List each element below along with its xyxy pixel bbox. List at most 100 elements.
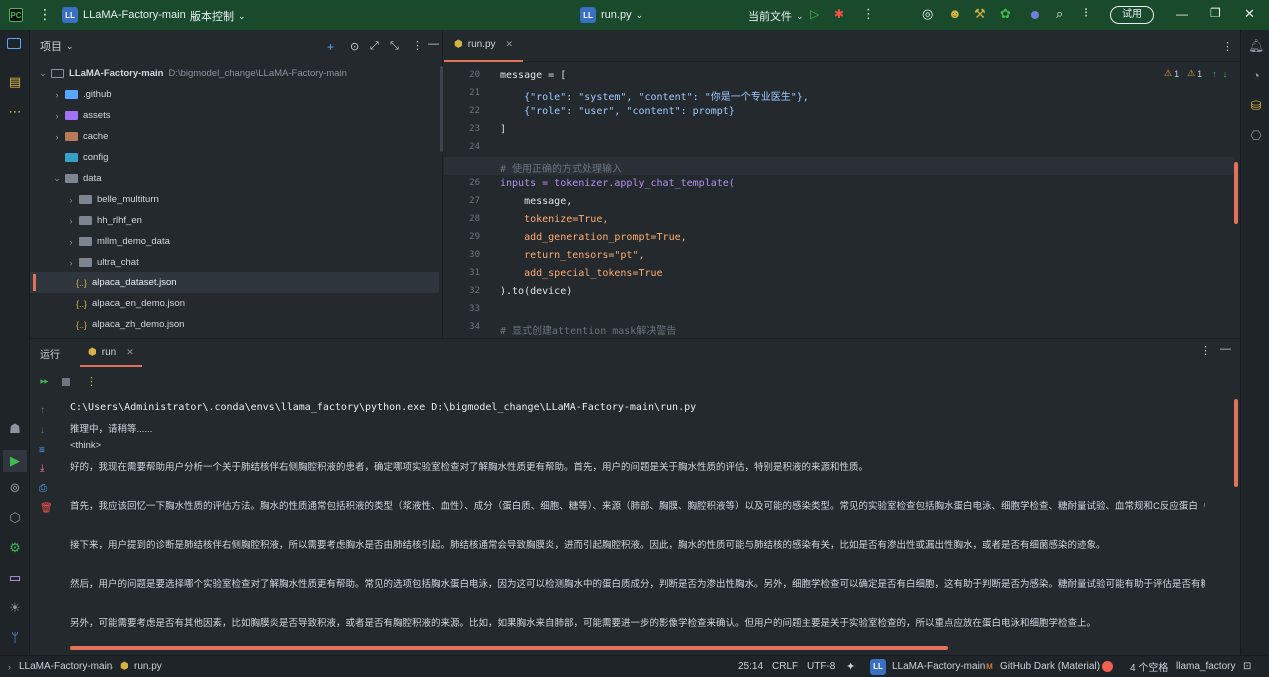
tree-item-alpaca-zh-demo-json[interactable]: {..} alpaca_zh_demo.json — [30, 314, 439, 335]
tree-item-alpaca-en-demo-json[interactable]: {..} alpaca_en_demo.json — [30, 293, 439, 314]
project-selector[interactable]: LL LLaMA-Factory-main ⌄ — [62, 7, 197, 23]
tree-item-assets[interactable]: › assets — [30, 105, 439, 126]
run-tab-bar: 运行 ⬢ run ✕ ⋮ — — [30, 339, 1240, 367]
settings-icon[interactable]: ⁝ — [1084, 5, 1088, 21]
python-packages-icon[interactable]: ☗ — [7, 421, 23, 437]
hide-panel-icon[interactable]: — — [428, 38, 439, 50]
structure-tool-icon[interactable]: ▤ — [7, 74, 23, 90]
stop-icon[interactable] — [62, 378, 70, 386]
warning-icon: ⚠ — [1164, 68, 1173, 78]
project-panel-title[interactable]: 项目 — [40, 38, 62, 54]
arrow-down-icon[interactable]: ↓ — [1223, 69, 1228, 79]
tree-item-ultra-chat[interactable]: › ultra_chat — [30, 252, 439, 273]
editor-options-icon[interactable]: ⋮ — [1222, 40, 1233, 53]
status-project[interactable]: LLaMA-Factory-main — [19, 661, 112, 672]
main-menu-icon[interactable]: ⋮ — [38, 6, 52, 23]
scroll-to-end-icon[interactable]: ⤓ — [40, 463, 44, 474]
python-settings-icon[interactable]: ⚙ — [7, 540, 23, 556]
tree-item-config[interactable]: config — [30, 147, 439, 168]
trial-button[interactable]: 试用 — [1110, 6, 1154, 24]
console-vertical-scrollbar[interactable] — [1234, 399, 1238, 487]
status-file[interactable]: run.py — [134, 661, 162, 672]
expand-all-icon[interactable]: ⤢ — [370, 40, 379, 53]
breadcrumb-arrow-icon: › — [110, 661, 113, 672]
ai-status-icon[interactable]: ✦ — [846, 660, 855, 673]
services-icon[interactable]: ⬡ — [7, 510, 23, 526]
tree-item-cache[interactable]: › cache — [30, 126, 439, 147]
json-file-icon: {..} — [76, 298, 88, 309]
theme-name[interactable]: GitHub Dark (Material) — [1000, 661, 1100, 672]
more-icon[interactable]: ⋮ — [86, 375, 97, 388]
tree-item-github[interactable]: › .github — [30, 84, 439, 105]
env-name[interactable]: llama_factory — [1176, 661, 1235, 672]
indent-setting[interactable]: 4 个空格 — [1130, 659, 1168, 674]
line-number: 29 — [469, 232, 480, 242]
inspection-widget[interactable]: ⚠ 1 ⚠ 1 ↑ ↓ — [1164, 68, 1227, 79]
project-scrollbar[interactable] — [440, 66, 443, 152]
arrow-up-icon[interactable]: ↑ — [1212, 69, 1217, 79]
app-logo-icon[interactable]: PC — [9, 8, 23, 22]
scroll-up-icon[interactable]: ↑ — [40, 405, 45, 416]
soft-wrap-icon[interactable]: ≡ — [39, 445, 45, 456]
python-console-icon[interactable]: ⊚ — [7, 480, 23, 496]
current-file-selector[interactable]: 当前文件 ⌄ — [748, 8, 804, 24]
problems-icon[interactable]: ☀ — [7, 600, 23, 616]
run-options-icon[interactable]: ⋮ — [1200, 344, 1211, 357]
code-line: add_special_tokens=True — [500, 268, 663, 279]
tab-run-py[interactable]: ⬢ run.py ✕ — [444, 30, 524, 62]
tree-item-label: belle_multiturn — [97, 194, 159, 205]
run-config-selector[interactable]: LL run.py ⌄ — [580, 7, 643, 23]
delete-icon[interactable]: 🗑︎ — [40, 503, 53, 514]
close-icon[interactable]: ✕ — [1244, 6, 1255, 22]
chevron-down-icon[interactable]: ⌄ — [66, 41, 74, 52]
file-encoding[interactable]: UTF-8 — [807, 661, 835, 672]
cursor-position[interactable]: 25:14 — [738, 661, 763, 672]
tree-item-alpaca-dataset-json[interactable]: {..} alpaca_dataset.json — [30, 272, 439, 293]
lock-icon[interactable]: ⊡ — [1243, 661, 1251, 672]
locate-icon[interactable]: ⊙ — [350, 40, 359, 53]
minimize-icon[interactable]: — — [1176, 7, 1188, 21]
rerun-icon[interactable]: ⏩︎ — [40, 375, 49, 388]
console-horizontal-scrollbar[interactable] — [70, 646, 948, 650]
tree-item-label: alpaca_en_demo.json — [92, 298, 185, 309]
more-actions-icon[interactable]: ⋮ — [862, 6, 875, 22]
hide-panel-icon[interactable]: — — [1220, 343, 1231, 355]
ai-assistant-icon[interactable]: ◎ — [922, 6, 933, 22]
notifications-icon[interactable]: 🔔︎ — [1248, 38, 1265, 54]
project-tool-icon[interactable] — [7, 38, 21, 49]
scroll-down-icon[interactable]: ↓ — [40, 425, 45, 436]
tools-icon[interactable]: ⚒ — [974, 6, 986, 22]
maximize-icon[interactable]: ❐ — [1210, 6, 1221, 20]
sciview-icon[interactable]: ⎔ — [1248, 128, 1264, 144]
status-dot-icon[interactable] — [1031, 11, 1039, 19]
run-tool-icon[interactable]: ▶ — [3, 450, 27, 472]
plugin-icon[interactable]: ✿ — [1000, 6, 1011, 22]
tab-run[interactable]: ⬢ run ✕ — [80, 339, 142, 367]
database-icon[interactable]: ⛁ — [1248, 98, 1264, 114]
search-icon[interactable]: ⌕ — [1056, 6, 1063, 22]
tree-item-data[interactable]: ⌄ data — [30, 168, 439, 189]
memory-indicator-icon[interactable] — [1102, 661, 1113, 672]
collapse-all-icon[interactable]: ⤡ — [390, 40, 399, 53]
more-tools-icon[interactable]: ⋯ — [7, 104, 23, 120]
print-icon[interactable]: ⎙ — [39, 483, 47, 494]
line-ending[interactable]: CRLF — [772, 661, 798, 672]
vcs-selector[interactable]: 版本控制 ⌄ — [190, 8, 246, 24]
code-with-me-icon[interactable]: ☻ — [948, 6, 962, 21]
selection-marker — [33, 274, 36, 291]
add-icon[interactable]: + — [327, 40, 334, 54]
ai-chat-icon[interactable]: ◔ — [1248, 68, 1264, 84]
tree-item-hh-rlhf-en[interactable]: › hh_rlhf_en — [30, 210, 439, 231]
terminal-icon[interactable]: ▭ — [7, 570, 23, 586]
interpreter-name[interactable]: LLaMA-Factory-main — [892, 661, 985, 672]
close-tab-icon[interactable]: ✕ — [126, 347, 134, 358]
tree-item-root[interactable]: ⌄ LLaMA-Factory-main D:\bigmodel_change\… — [30, 63, 439, 84]
git-icon[interactable]: ᛘ — [7, 630, 23, 646]
tree-item-mllm-demo-data[interactable]: › mllm_demo_data — [30, 231, 439, 252]
editor-scrollbar[interactable] — [1234, 162, 1238, 224]
close-tab-icon[interactable]: ✕ — [506, 39, 514, 50]
tree-item-belle-multiturn[interactable]: › belle_multiturn — [30, 189, 439, 210]
run-icon[interactable]: ▷ — [810, 7, 819, 21]
options-icon[interactable]: ⋮ — [412, 39, 423, 52]
debug-icon[interactable]: ✱ — [834, 7, 844, 21]
